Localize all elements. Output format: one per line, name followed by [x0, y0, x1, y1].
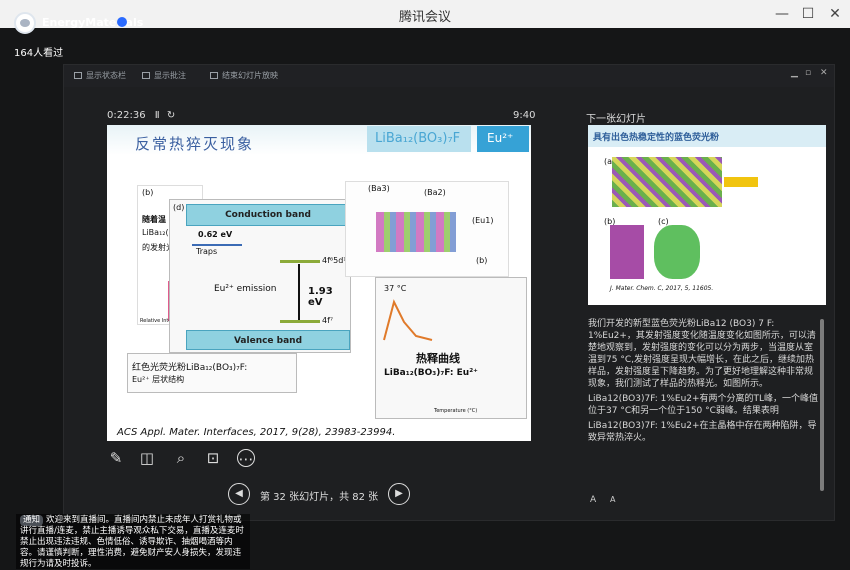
next-slide-thumbnail[interactable]: 具有出色热稳定性的蓝色荧光粉 (a) (b) (c) J. Mater. Che…: [588, 125, 826, 305]
slide-dopant: Eu²⁺: [477, 126, 529, 152]
toolbar-label: 显示状态栏: [86, 71, 126, 80]
speaker-notes[interactable]: 我们开发的新型蓝色荧光粉LiBa12 (BO3) 7 F: 1%Eu2+，其发射…: [588, 318, 820, 490]
zoom-icon[interactable]: ⌕: [172, 449, 190, 467]
tl-series: [383, 299, 433, 341]
tl-curve-panel: 37 °C 热释曲线 LiBa₁₂(BO₃)₇F: Eu²⁺ Temperatu…: [375, 277, 527, 419]
axis-label: Temperature (°C): [434, 408, 478, 414]
slideshow-icon: [210, 72, 218, 79]
thumb-structure-c: [654, 225, 700, 279]
screen-icon[interactable]: ⊡: [204, 449, 222, 467]
upper-level: [280, 260, 320, 263]
slide-title: 反常热猝灭现象: [135, 135, 255, 153]
prev-slide-button[interactable]: ◀: [228, 483, 250, 505]
presenter-toolbar: 显示状态栏 显示批注 结束幻灯片放映 ▁ ▫ ✕: [64, 65, 834, 87]
panel-tag: (d): [173, 203, 185, 212]
panel-tag: (b): [142, 188, 154, 197]
tl-title: 热释曲线: [416, 352, 460, 365]
lower-level-label: 4f⁷: [322, 316, 334, 325]
energy-diagram: (d) Conduction band 0.62 eV Traps 4f⁶5d¹…: [169, 199, 351, 353]
current-slide: 反常热猝灭现象 LiBa₁₂(BO₃)₇F Eu²⁺ (b) 随着温 LiBa₁…: [107, 125, 531, 441]
traps-label: Traps: [196, 247, 218, 256]
maximize-button[interactable]: ☐: [796, 4, 820, 24]
live-notice: 通知 欢迎来到直播间。直播间内禁止未成年人打赏礼物或讲行直播/连麦，禁止主播诱导观…: [16, 514, 250, 569]
restore-icon[interactable]: ▫: [805, 68, 811, 78]
channel-name: EnergyMaterials: [42, 16, 144, 29]
tl-formula: LiBa₁₂(BO₃)₇F: Eu²⁺: [384, 368, 478, 378]
next-slide-label: 下一张幻灯片: [586, 114, 646, 125]
notes-paragraph: LiBa12(BO3)7F: 1%Eu2+有两个分离的TL峰，一个峰值位于37 …: [588, 394, 819, 416]
trap-level: [192, 244, 242, 246]
structure-label: (Eu1): [472, 216, 494, 225]
presenter-view: 显示状态栏 显示批注 结束幻灯片放映 ▁ ▫ ✕ 0:22:36 Ⅱ ↻ 9:4…: [63, 64, 835, 521]
slide-pager: ◀ 第 32 张幻灯片，共 82 张 ▶: [228, 483, 410, 507]
emission-arrow: [298, 264, 300, 320]
slide-formula: LiBa₁₂(BO₃)₇F: [367, 126, 471, 152]
lower-level: [280, 320, 320, 323]
emission-energy: 1.93 eV: [308, 286, 333, 308]
trap-depth: 0.62 eV: [198, 230, 233, 239]
panel-text: 随着温: [142, 215, 166, 224]
avatar[interactable]: [14, 12, 36, 34]
minimize-button[interactable]: —: [770, 4, 794, 24]
toggle-statusbar-button[interactable]: 显示状态栏: [74, 70, 126, 81]
structure-label: (b): [476, 256, 488, 265]
elapsed-timer: 0:22:36 Ⅱ ↻: [107, 110, 175, 121]
statusbar-icon: [74, 72, 82, 79]
thumb-arrow: [724, 177, 758, 187]
layered-structure-panel: 红色光荧光粉LiBa₁₂(BO₃)₇F: Eu²⁺ 层状结构: [127, 353, 297, 393]
notes-scrollbar[interactable]: [820, 319, 824, 491]
close-icon[interactable]: ✕: [820, 68, 828, 78]
thumb-title: 具有出色热稳定性的蓝色荧光粉: [593, 133, 720, 143]
thumb-structure-b: [610, 225, 644, 279]
tl-curve: [383, 299, 433, 341]
structure-label: (Ba3): [368, 184, 390, 193]
toolbar-label: 结束幻灯片放映: [222, 71, 278, 80]
pause-icon[interactable]: Ⅱ: [155, 110, 160, 121]
close-button[interactable]: ✕: [823, 4, 847, 24]
clock: 9:40: [513, 110, 536, 121]
timer-text: 0:22:36: [107, 110, 146, 121]
end-slideshow-button[interactable]: 结束幻灯片放映: [210, 70, 278, 81]
viewer-count: 164人看过: [14, 48, 64, 59]
toolbar-label: 显示批注: [154, 71, 186, 80]
panel-text: 红色光荧光粉LiBa₁₂(BO₃)₇F:: [132, 363, 248, 373]
conduction-band: Conduction band: [186, 204, 350, 226]
annotation-icon: [142, 72, 150, 79]
decrease-font-button[interactable]: A: [590, 495, 596, 505]
notice-text: 欢迎来到直播间。直播间内禁止未成年人打赏礼物或讲行直播/连麦，禁止主播诱导观众私…: [20, 515, 244, 569]
upper-level-label: 4f⁶5d¹: [322, 256, 347, 265]
emission-label: Eu²⁺ emission: [214, 284, 277, 294]
reset-icon[interactable]: ↻: [167, 110, 175, 121]
slide-citation: ACS Appl. Mater. Interfaces, 2017, 9(28)…: [117, 427, 396, 438]
toggle-annotation-button[interactable]: 显示批注: [142, 70, 186, 81]
pen-icon[interactable]: ✎: [107, 449, 125, 467]
notes-paragraph: 我们开发的新型蓝色荧光粉LiBa12 (BO3) 7 F: 1%Eu2+，其发射…: [588, 319, 816, 389]
minimize-icon[interactable]: ▁: [791, 68, 798, 78]
next-slide-button[interactable]: ▶: [388, 483, 410, 505]
grid-icon[interactable]: ◫: [138, 449, 156, 467]
thumb-structure-a: [612, 157, 722, 207]
more-icon[interactable]: ⋯: [237, 449, 255, 468]
slide-counter: 第 32 张幻灯片，共 82 张: [260, 492, 379, 503]
verified-icon: [117, 17, 127, 27]
structure-image: [376, 212, 456, 252]
thumb-citation: J. Mater. Chem. C, 2017, 5, 11605.: [610, 285, 714, 292]
structure-label: (Ba2): [424, 188, 446, 197]
crystal-structure: (Ba3) (Ba2) (Eu1) (b): [345, 181, 509, 277]
increase-font-button[interactable]: A: [610, 495, 615, 504]
valence-band: Valence band: [186, 330, 350, 350]
notice-tag: 通知: [20, 515, 44, 526]
notes-paragraph: LiBa12(BO3)7F: 1%Eu2+在主晶格中存在两种陷阱，导致异常热淬火…: [588, 421, 817, 443]
panel-text: Eu²⁺ 层状结构: [132, 375, 185, 384]
